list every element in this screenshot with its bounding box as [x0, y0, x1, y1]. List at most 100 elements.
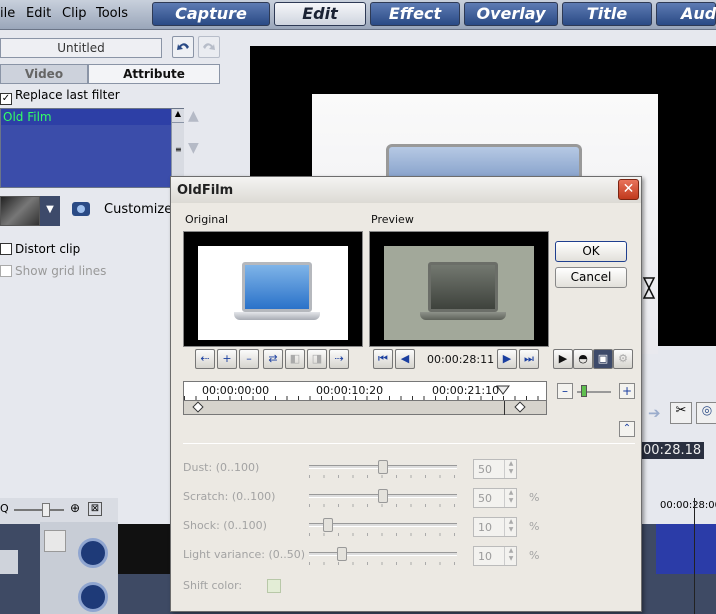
- zoom-in-button[interactable]: +: [619, 383, 635, 399]
- playhead-marker[interactable]: [496, 384, 510, 395]
- slider-thumb[interactable]: [336, 547, 347, 561]
- tab-capture[interactable]: Capture: [152, 2, 270, 26]
- original-pane: [183, 231, 363, 347]
- reverse-icon: ⇄: [268, 352, 278, 365]
- skip-start-icon: ⏮: [378, 352, 388, 365]
- monitor-icon: ▣: [597, 352, 609, 365]
- oldfilm-dialog: OldFilm ✕ Original Preview ⇠ + – ⇄ ◧ ◨ ⇢…: [170, 176, 642, 612]
- video-clip-selected[interactable]: [656, 524, 716, 574]
- zoom-slider-thumb[interactable]: [42, 503, 50, 517]
- scratch-slider[interactable]: [309, 489, 457, 503]
- keyframe-ruler[interactable]: 00:00:00:00 00:00:10:20 00:00:21:10: [183, 381, 547, 401]
- menu-file[interactable]: ile: [0, 6, 15, 21]
- next-keyframe-button[interactable]: ⇢: [329, 349, 349, 369]
- overlay-track-icon[interactable]: [78, 582, 108, 612]
- play-button[interactable]: ▶: [553, 349, 573, 369]
- preview-mode-button[interactable]: ◓: [573, 349, 593, 369]
- shift-color-label: Shift color:: [183, 579, 243, 592]
- move-down-icon[interactable]: ▼: [188, 140, 199, 156]
- settings-button[interactable]: ⚙: [613, 349, 633, 369]
- move-up-icon[interactable]: ▲: [188, 108, 199, 124]
- previous-frame-button[interactable]: ◀: [395, 349, 415, 369]
- filter-preset-dropdown[interactable]: ▼: [40, 196, 60, 226]
- slider-thumb[interactable]: [378, 460, 388, 474]
- remove-keyframe-button[interactable]: –: [239, 349, 259, 369]
- snapshot-icon[interactable]: ◎: [696, 402, 716, 424]
- ruler-zoom-controls: – +: [555, 383, 639, 403]
- slider-thumb[interactable]: [378, 489, 388, 503]
- tab-title[interactable]: Title: [562, 2, 652, 26]
- video-track-icon[interactable]: [78, 538, 108, 568]
- show-grid-lines-checkbox[interactable]: Show grid lines: [0, 264, 106, 278]
- light-variance-slider[interactable]: [309, 547, 457, 561]
- replace-last-filter-checkbox[interactable]: ✓ Replace last filter: [0, 88, 120, 105]
- project-title: Untitled: [0, 38, 162, 58]
- track-header: [40, 522, 118, 614]
- ruler-ticks: [184, 396, 546, 400]
- undo-button[interactable]: [172, 36, 194, 58]
- ok-button[interactable]: OK: [555, 241, 627, 262]
- zoom-out-icon[interactable]: Q: [0, 502, 9, 515]
- menu-edit[interactable]: Edit: [26, 6, 51, 21]
- go-icon[interactable]: ➔: [648, 404, 661, 422]
- shift-color-row: Shift color:: [183, 577, 623, 597]
- split-clip-icon[interactable]: ✂: [670, 402, 692, 424]
- cancel-button[interactable]: Cancel: [555, 267, 627, 288]
- shock-slider[interactable]: [309, 518, 457, 532]
- customize-filter-icon[interactable]: [70, 198, 98, 222]
- ruler-zoom-thumb[interactable]: [581, 385, 587, 397]
- keyframe-marker[interactable]: [192, 401, 204, 413]
- zoom-in-icon[interactable]: ⊕: [70, 501, 80, 515]
- panel-subtabs: Video Attribute: [0, 64, 220, 84]
- list-item[interactable]: Old Film: [1, 109, 183, 125]
- track-options-icon[interactable]: [44, 530, 66, 552]
- menu-clip[interactable]: Clip: [62, 6, 87, 21]
- go-to-start-button[interactable]: ⏮: [373, 349, 393, 369]
- video-clip[interactable]: [118, 524, 170, 574]
- dialog-titlebar[interactable]: OldFilm ✕: [171, 177, 641, 203]
- tab-effect[interactable]: Effect: [370, 2, 460, 26]
- move-keyframe-right-button[interactable]: ◨: [307, 349, 327, 369]
- top-bar: ile Edit Clip Tools Capture Edit Effect …: [0, 0, 716, 30]
- shift-color-swatch[interactable]: [267, 579, 281, 593]
- checkbox-disabled: [0, 265, 12, 277]
- spin-arrows-icon[interactable]: ▲ ▼: [504, 518, 517, 536]
- tab-video[interactable]: Video: [0, 64, 88, 84]
- zoom-slider[interactable]: [14, 509, 64, 511]
- dialog-title: OldFilm: [177, 183, 234, 198]
- redo-button[interactable]: [198, 36, 220, 58]
- filter-preset-thumbnail[interactable]: [0, 196, 40, 226]
- tab-audio[interactable]: Audi: [656, 2, 716, 26]
- slider-thumb[interactable]: [322, 518, 333, 532]
- dust-slider[interactable]: [309, 460, 457, 474]
- menu-tools[interactable]: Tools: [96, 6, 128, 21]
- customize-filter-button[interactable]: Customize: [104, 202, 172, 217]
- spin-arrows-icon[interactable]: ▲ ▼: [504, 489, 517, 507]
- arrow-left-icon: ⇠: [200, 352, 210, 365]
- tab-overlay[interactable]: Overlay: [464, 2, 558, 26]
- tab-attribute[interactable]: Attribute: [88, 64, 220, 84]
- move-keyframe-left-button[interactable]: ◧: [285, 349, 305, 369]
- fit-project-icon[interactable]: ⊠: [88, 502, 102, 516]
- minus-icon: –: [562, 384, 568, 398]
- distort-clip-checkbox[interactable]: Distort clip: [0, 242, 80, 256]
- preview-timecode[interactable]: 00:28.18: [640, 442, 705, 459]
- next-frame-button[interactable]: ▶: [497, 349, 517, 369]
- playhead[interactable]: [694, 498, 695, 614]
- collapse-button[interactable]: ⌃: [619, 421, 635, 437]
- close-button[interactable]: ✕: [618, 179, 639, 200]
- scroll-up-icon[interactable]: ▲: [172, 109, 184, 123]
- spin-arrows-icon[interactable]: ▲ ▼: [504, 547, 517, 565]
- keyframe-track[interactable]: [183, 401, 547, 415]
- spin-arrows-icon[interactable]: ▲ ▼: [504, 460, 517, 478]
- applied-filter-list[interactable]: Old Film ▲ ≡: [0, 108, 184, 188]
- add-keyframe-button[interactable]: +: [217, 349, 237, 369]
- tab-edit[interactable]: Edit: [274, 2, 366, 26]
- zoom-out-button[interactable]: –: [557, 383, 573, 399]
- unit-label: %: [529, 520, 540, 533]
- go-to-end-button[interactable]: ⏭: [519, 349, 539, 369]
- preview-monitor-button[interactable]: ▣: [593, 349, 613, 369]
- previous-keyframe-button[interactable]: ⇠: [195, 349, 215, 369]
- reverse-keyframes-button[interactable]: ⇄: [263, 349, 283, 369]
- keyframe-marker[interactable]: [514, 401, 526, 413]
